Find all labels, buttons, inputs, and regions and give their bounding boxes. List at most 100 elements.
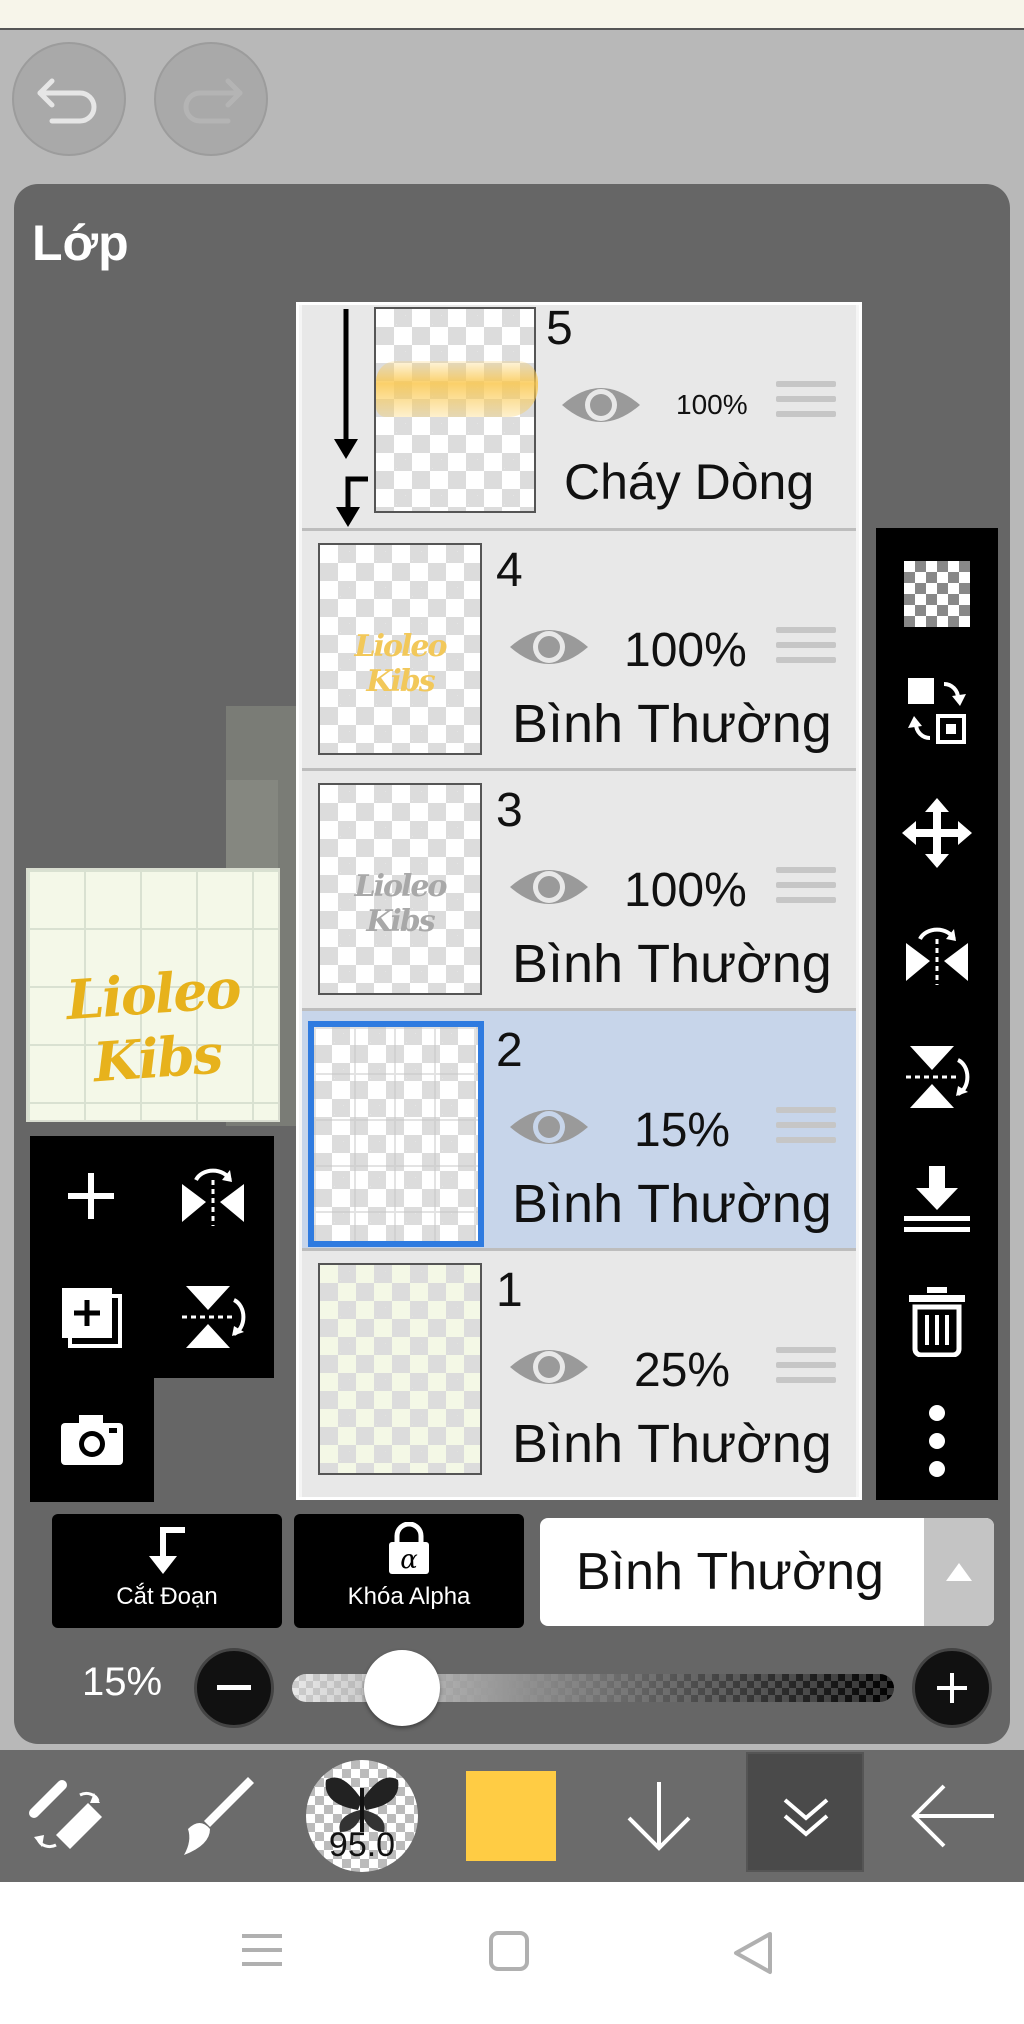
undo-icon xyxy=(37,78,97,124)
layer-down-button[interactable] xyxy=(604,1750,714,1882)
layer-number: 3 xyxy=(496,784,523,837)
opacity-increase-button[interactable] xyxy=(912,1648,992,1728)
flip-vertical-icon xyxy=(906,1046,970,1108)
layer-blend-mode: Cháy Dòng xyxy=(564,454,815,510)
canvas-preview[interactable]: Lioleo Kibs xyxy=(26,868,280,1122)
recent-apps-button[interactable] xyxy=(240,1930,300,1980)
layer-thumbnail xyxy=(308,1021,484,1247)
preview-logo-text: Lioleo Kibs xyxy=(64,956,242,1095)
undo-button[interactable] xyxy=(12,42,126,156)
brush-size-icon: 95.0 xyxy=(306,1760,418,1872)
brush-size-value: 95.0 xyxy=(328,1826,396,1864)
square-icon xyxy=(489,1931,529,1971)
lock-alpha-icon: α xyxy=(389,1521,429,1575)
brush-icon xyxy=(184,1777,254,1855)
blend-mode-value: Bình Thường xyxy=(576,1543,884,1601)
right-toolbox xyxy=(876,528,998,1500)
layer-thumbnail: Lioleo Kibs xyxy=(318,543,482,755)
layer-blend-mode: Bình Thường xyxy=(512,934,832,994)
delete-layer-button[interactable] xyxy=(876,1260,998,1382)
trash-icon xyxy=(909,1287,965,1357)
panel-title: Lớp xyxy=(32,215,129,271)
layer-list[interactable]: 5 100% Cháy Dòng Lioleo Kibs 4 100% Bình… xyxy=(296,302,862,1500)
swap-layers-button[interactable] xyxy=(876,650,998,772)
drag-handle-icon[interactable] xyxy=(776,1107,836,1151)
redo-button[interactable] xyxy=(154,42,268,156)
layer-opacity: 100% xyxy=(624,624,747,677)
transparent-checker-icon xyxy=(904,561,970,627)
clipping-button[interactable]: Cắt Đoạn xyxy=(52,1514,282,1628)
eye-icon[interactable] xyxy=(508,1101,590,1153)
add-layer-button[interactable] xyxy=(30,1136,152,1256)
flip-vertical-button[interactable] xyxy=(152,1256,274,1378)
eye-icon[interactable] xyxy=(508,861,590,913)
eye-icon[interactable] xyxy=(508,1341,590,1393)
opacity-slider-thumb[interactable] xyxy=(364,1650,441,1726)
arrow-left-icon xyxy=(911,1784,994,1848)
camera-button[interactable] xyxy=(30,1378,154,1502)
layer-number: 4 xyxy=(496,544,523,597)
layer-row[interactable]: 1 25% Bình Thường xyxy=(302,1251,856,1497)
eye-icon[interactable] xyxy=(560,379,642,431)
more-vertical-icon xyxy=(929,1405,945,1477)
flip-horizontal-icon xyxy=(906,927,968,985)
layer-opacity: 15% xyxy=(634,1104,731,1157)
merge-down-icon xyxy=(904,1166,970,1232)
blend-mode-dropdown-button[interactable] xyxy=(924,1518,994,1626)
add-layer-icon xyxy=(68,1173,114,1219)
thumb-yellow-stroke xyxy=(376,361,538,417)
add-layer-copy-icon xyxy=(62,1288,122,1348)
eye-icon[interactable] xyxy=(508,621,590,673)
layer-blend-mode: Bình Thường xyxy=(512,694,832,754)
redo-icon xyxy=(183,78,243,124)
arrow-down-icon xyxy=(627,1782,691,1851)
drag-handle-icon[interactable] xyxy=(776,1347,836,1391)
add-layer-copy-button[interactable] xyxy=(30,1256,152,1378)
flip-horizontal-button[interactable] xyxy=(152,1136,274,1256)
system-back-button[interactable] xyxy=(730,1930,780,1980)
layer-row[interactable]: 5 100% Cháy Dòng xyxy=(302,305,856,531)
status-strip xyxy=(0,0,1024,30)
drag-handle-icon[interactable] xyxy=(776,381,836,425)
home-button[interactable] xyxy=(488,1930,538,1980)
layer-blend-mode: Bình Thường xyxy=(512,1174,832,1234)
flip-vertical-icon xyxy=(182,1286,246,1348)
layer-number: 1 xyxy=(496,1264,523,1317)
clipping-arrow-icon xyxy=(334,309,368,527)
layer-thumbnail: Lioleo Kibs xyxy=(318,783,482,995)
color-swatch xyxy=(466,1771,556,1861)
layer-thumbnail xyxy=(318,1263,482,1475)
transparent-fill-button[interactable] xyxy=(876,538,998,650)
merge-down-button[interactable] xyxy=(876,1138,998,1260)
flip-vertical-button[interactable] xyxy=(876,1016,998,1138)
drag-handle-icon[interactable] xyxy=(776,867,836,911)
back-button[interactable] xyxy=(898,1750,1008,1882)
swap-layers-icon xyxy=(908,678,966,744)
collapse-button[interactable] xyxy=(750,1750,862,1882)
move-button[interactable] xyxy=(876,772,998,894)
left-toolbox xyxy=(30,1136,274,1378)
transform-eraser-icon xyxy=(29,1780,102,1849)
layer-row[interactable]: Lioleo Kibs 3 100% Bình Thường xyxy=(302,771,856,1011)
opacity-decrease-button[interactable] xyxy=(194,1648,274,1728)
thumb-grid xyxy=(314,1027,478,1241)
color-button[interactable] xyxy=(456,1750,566,1882)
thumb-logo-text: Lioleo Kibs xyxy=(354,869,448,939)
menu-lines-icon xyxy=(242,1934,282,1966)
svg-text:α: α xyxy=(400,1545,418,1575)
layer-number: 5 xyxy=(546,302,573,355)
layer-opacity: 100% xyxy=(624,864,747,917)
chevron-double-down-icon xyxy=(783,1798,829,1837)
brush-tool-button[interactable] xyxy=(160,1750,270,1882)
transform-tool-button[interactable] xyxy=(14,1750,124,1882)
drag-handle-icon[interactable] xyxy=(776,627,836,671)
layer-row[interactable]: Lioleo Kibs 4 100% Bình Thường xyxy=(302,531,856,771)
brush-size-button[interactable]: 95.0 xyxy=(300,1750,424,1882)
alpha-lock-button[interactable]: α Khóa Alpha xyxy=(294,1514,524,1628)
more-options-button[interactable] xyxy=(876,1382,998,1500)
flip-horizontal-button[interactable] xyxy=(876,894,998,1016)
alpha-lock-label: Khóa Alpha xyxy=(347,1583,471,1610)
opacity-value: 15% xyxy=(82,1660,163,1704)
layer-row-selected[interactable]: 2 15% Bình Thường xyxy=(302,1011,856,1251)
triangle-up-icon xyxy=(946,1563,972,1581)
